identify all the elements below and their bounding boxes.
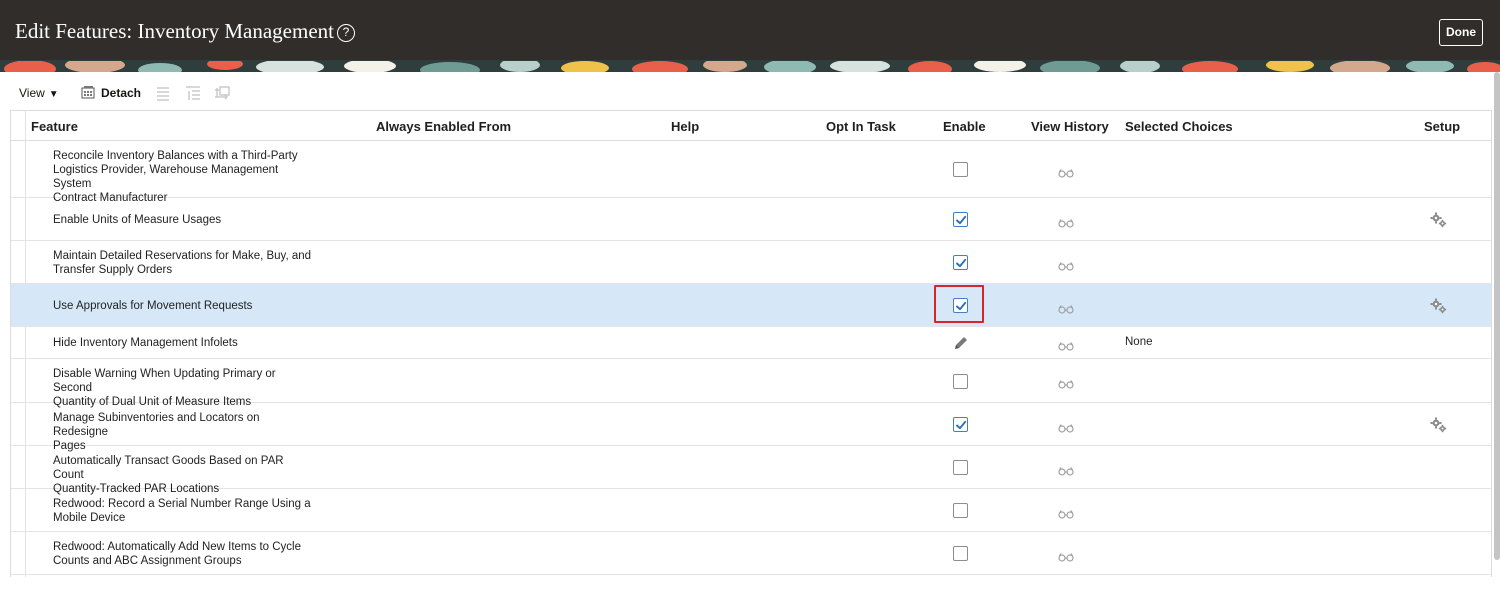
- table-row[interactable]: Maintain Detailed Reservations for Make,…: [11, 241, 1491, 284]
- column-header-selected-choices[interactable]: Selected Choices: [1125, 119, 1233, 134]
- table-row[interactable]: Disable Warning When Updating Primary or…: [11, 359, 1491, 408]
- reorder-columns-icon[interactable]: [214, 85, 232, 101]
- table-row[interactable]: Redwood: Record a Serial Number Range Us…: [11, 489, 1491, 532]
- detach-button[interactable]: Detach: [81, 84, 141, 102]
- vertical-scrollbar[interactable]: [1494, 72, 1500, 560]
- table-row[interactable]: Enable Units of Measure Usages: [11, 198, 1491, 241]
- enable-checkbox[interactable]: [953, 417, 968, 432]
- feature-name: Redwood: Automatically Add New Items to …: [53, 541, 302, 567]
- glasses-icon[interactable]: [1058, 506, 1074, 519]
- view-menu-label: View: [19, 86, 45, 100]
- freeze-columns-icon[interactable]: [155, 85, 173, 101]
- glasses-icon[interactable]: [1058, 258, 1074, 271]
- glasses-icon[interactable]: [1058, 301, 1074, 314]
- column-header-setup[interactable]: Setup: [1424, 119, 1460, 134]
- gears-icon[interactable]: [1430, 298, 1447, 314]
- column-header-view-history[interactable]: View History: [1031, 119, 1109, 134]
- table-row[interactable]: Redwood: Automatically Add New Items to …: [11, 532, 1491, 575]
- page-title: Edit Features: Inventory Management: [15, 19, 334, 43]
- gears-icon[interactable]: [1430, 417, 1447, 433]
- table-row[interactable]: Use Approvals for Movement Requests: [11, 284, 1491, 327]
- column-header-always-enabled-from[interactable]: Always Enabled From: [376, 119, 511, 134]
- feature-name: Redwood: Record a Serial Number Range Us…: [53, 498, 311, 524]
- enable-checkbox[interactable]: [953, 212, 968, 227]
- column-header-opt-in-task[interactable]: Opt In Task: [826, 119, 896, 134]
- done-button[interactable]: Done: [1439, 19, 1483, 46]
- features-table: Feature Always Enabled From Help Opt In …: [10, 110, 1492, 577]
- table-toolbar: View ▼ Detach: [0, 80, 1500, 106]
- enable-checkbox[interactable]: [953, 255, 968, 270]
- table-row[interactable]: Hide Inventory Management Infolets None: [11, 327, 1491, 359]
- decorative-banner: [0, 60, 1500, 72]
- enable-checkbox[interactable]: [953, 503, 968, 518]
- feature-name: Use Approvals for Movement Requests: [53, 300, 253, 312]
- glasses-icon[interactable]: [1058, 549, 1074, 562]
- help-icon[interactable]: ?: [337, 24, 355, 42]
- glasses-icon[interactable]: [1058, 463, 1074, 476]
- table-row[interactable]: Reconcile Inventory Balances with a Thir…: [11, 141, 1491, 204]
- pencil-icon[interactable]: [953, 335, 969, 351]
- feature-name: Reconcile Inventory Balances with a Thir…: [53, 150, 298, 204]
- enable-checkbox[interactable]: [953, 546, 968, 561]
- detach-label: Detach: [101, 86, 142, 100]
- column-header-help[interactable]: Help: [671, 119, 699, 134]
- view-menu-button[interactable]: View ▼: [19, 86, 59, 100]
- wrap-columns-icon[interactable]: [185, 85, 203, 101]
- feature-name: Hide Inventory Management Infolets: [53, 337, 238, 349]
- feature-name: Enable Units of Measure Usages: [53, 214, 222, 226]
- highlight-box: [934, 285, 984, 323]
- enable-checkbox[interactable]: [953, 162, 968, 177]
- table-row[interactable]: Manage Subinventories and Locators on Re…: [11, 403, 1491, 452]
- column-header-feature[interactable]: Feature: [31, 119, 78, 134]
- detach-icon: [81, 85, 95, 102]
- glasses-icon[interactable]: [1058, 215, 1074, 228]
- glasses-icon[interactable]: [1058, 420, 1074, 433]
- glasses-icon[interactable]: [1058, 338, 1074, 351]
- caret-down-icon: ▼: [48, 89, 59, 100]
- feature-name: Maintain Detailed Reservations for Make,…: [53, 250, 312, 276]
- selected-choice-value: None: [1125, 336, 1153, 348]
- glasses-icon[interactable]: [1058, 165, 1074, 178]
- page-header: Edit Features: Inventory Management ? Do…: [0, 0, 1500, 60]
- table-header: Feature Always Enabled From Help Opt In …: [11, 111, 1491, 141]
- enable-checkbox[interactable]: [953, 460, 968, 475]
- gears-icon[interactable]: [1430, 212, 1447, 228]
- column-header-enable[interactable]: Enable: [943, 119, 986, 134]
- enable-checkbox[interactable]: [953, 374, 968, 389]
- glasses-icon[interactable]: [1058, 376, 1074, 389]
- table-row[interactable]: Automatically Transact Goods Based on PA…: [11, 446, 1491, 495]
